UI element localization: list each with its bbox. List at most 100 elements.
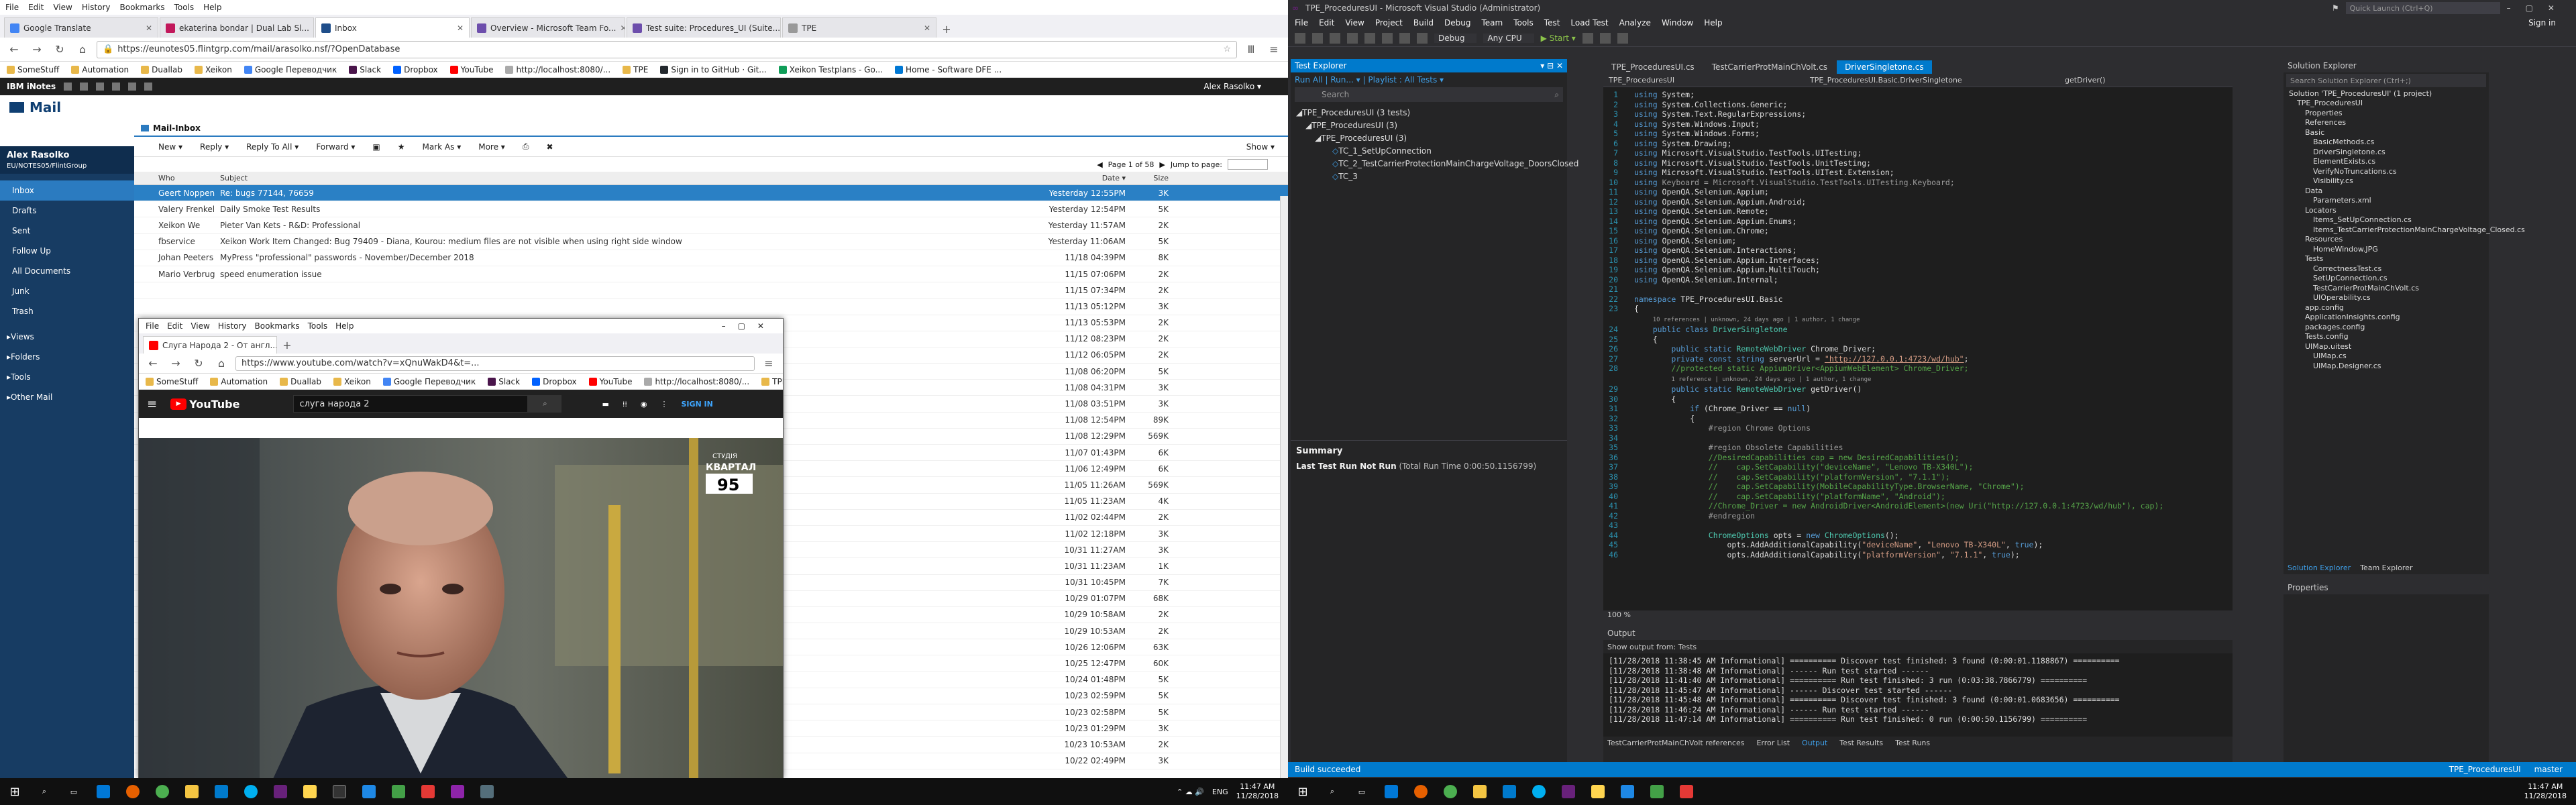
notes-icon[interactable] xyxy=(295,778,325,805)
video-player[interactable]: СТУДІЯ КВАРТАЛ 95 xyxy=(139,438,783,779)
forward-icon[interactable] xyxy=(1312,32,1323,44)
test-group-project[interactable]: ◢ TPE_ProceduresUI (3) xyxy=(1296,119,1567,131)
test-item[interactable]: ◇ TC_3 xyxy=(1296,170,1567,182)
open-icon[interactable] xyxy=(1347,32,1358,44)
hamburger-menu-icon[interactable]: ≡ xyxy=(760,355,777,372)
start-button[interactable]: ▶ Start ▾ xyxy=(1541,34,1576,43)
new-tab-button[interactable]: + xyxy=(938,20,955,38)
solution-item[interactable]: Items_TestCarrierProtectionMainChargeVol… xyxy=(2286,225,2525,235)
menu-bookmarks[interactable]: Bookmarks xyxy=(120,3,165,12)
tab-test-runs[interactable]: Test Runs xyxy=(1895,739,1930,747)
menu-tools[interactable]: Tools xyxy=(308,321,328,331)
reload-icon[interactable]: ↻ xyxy=(190,355,207,372)
section-views[interactable]: ▸ Views xyxy=(0,327,134,347)
menu-file[interactable]: File xyxy=(146,321,159,331)
new-project-icon[interactable] xyxy=(1330,32,1340,44)
solution-item[interactable]: Locators xyxy=(2286,205,2489,215)
doc-tab[interactable]: TPE_ProceduresUI.cs xyxy=(1603,60,1703,74)
app-icon[interactable] xyxy=(1583,778,1613,805)
nav-member[interactable]: getDriver() xyxy=(2065,76,2106,85)
menu-help[interactable]: Help xyxy=(335,321,354,331)
notebook-app-icon[interactable] xyxy=(128,83,137,91)
solution-item[interactable]: SetUpConnection.cs xyxy=(2286,274,2489,284)
folder-all-documents[interactable]: All Documents xyxy=(0,261,134,281)
test-item[interactable]: ◇ TC_1_SetUpConnection xyxy=(1296,144,1567,157)
folder-follow-up[interactable]: Follow Up xyxy=(0,241,134,261)
solution-item[interactable]: Visibility.cs xyxy=(2286,176,2489,186)
bookmark-link[interactable]: http://localhost:8080/... xyxy=(644,377,749,386)
solution-item[interactable]: app.config xyxy=(2286,303,2489,313)
windows-start-icon[interactable]: ⊞ xyxy=(1288,778,1318,805)
bookmark-folder[interactable]: Automation xyxy=(71,65,129,74)
close-icon[interactable]: ✕ xyxy=(313,23,314,33)
next-page-icon[interactable]: ▶ xyxy=(1159,160,1165,169)
panel-close-icon[interactable]: ▾ ⊟ ✕ xyxy=(1540,61,1563,70)
menu-view[interactable]: View xyxy=(1345,18,1364,28)
menu-analyze[interactable]: Analyze xyxy=(1619,18,1651,28)
reply-button[interactable]: Reply ▾ xyxy=(200,142,229,152)
repo-name[interactable]: TPE_ProceduresUI xyxy=(2449,765,2521,774)
tab-test-results[interactable]: Test Results xyxy=(1839,739,1883,747)
test-group-class[interactable]: ◢ TPE_ProceduresUI (3) xyxy=(1296,131,1567,144)
menu-help[interactable]: Help xyxy=(203,3,221,12)
user-menu[interactable]: Alex Rasolko ▾ xyxy=(1203,82,1261,91)
message-row[interactable]: Xeikon We Pieter Van Kets - R&D: Professi… xyxy=(134,217,1288,234)
solution-item[interactable]: UIMap.cs xyxy=(2286,352,2489,362)
chrome-icon[interactable] xyxy=(148,778,177,805)
solution-item[interactable]: DriverSingletone.cs xyxy=(2286,147,2489,157)
vertical-tool-tabs[interactable] xyxy=(2557,59,2576,762)
col-date[interactable]: Date ▾ xyxy=(966,174,1134,182)
visual-studio-icon[interactable] xyxy=(1554,778,1583,805)
undo-icon[interactable] xyxy=(1399,32,1410,44)
message-row[interactable]: Valery Frenkel Daily Smoke Test Results Ye… xyxy=(134,201,1288,218)
menu-project[interactable]: Project xyxy=(1375,18,1403,28)
library-icon[interactable]: Ⅲ xyxy=(1242,41,1260,58)
menu-tools[interactable]: Tools xyxy=(174,3,195,12)
menu-file[interactable]: File xyxy=(5,3,19,12)
menu-history[interactable]: History xyxy=(82,3,111,12)
show-menu[interactable]: Show ▾ xyxy=(1246,142,1275,152)
bookmark-link[interactable]: Google Переводчик xyxy=(382,377,476,386)
bookmark-link[interactable]: Dropbox xyxy=(393,65,438,74)
menu-help[interactable]: Help xyxy=(1704,18,1722,28)
bookmark-folder[interactable]: SomeStuff xyxy=(7,65,59,74)
col-size[interactable]: Size xyxy=(1134,174,1174,182)
solution-item[interactable]: TPE_ProceduresUI xyxy=(2286,99,2489,109)
bookmark-link[interactable]: http://localhost:8080/... xyxy=(505,65,610,74)
tab-youtube[interactable]: Слуга Народа 2 - От англ...✕ xyxy=(143,336,277,354)
test-actions[interactable]: Run All | Run... ▾ | Playlist : All Test… xyxy=(1291,72,1567,87)
tab-team-explorer[interactable]: Team Explorer xyxy=(2360,564,2412,572)
tab-inbox[interactable]: Inbox ✕ xyxy=(315,17,470,38)
message-row[interactable]: Johan Peeters MyPress "professional" pass… xyxy=(134,250,1288,266)
tab-google-translate[interactable]: Google Translate ✕ xyxy=(4,17,158,38)
skype-icon[interactable] xyxy=(236,778,266,805)
section-other-mail[interactable]: ▸ Other Mail xyxy=(0,387,134,407)
toolbar-icon[interactable] xyxy=(1617,32,1628,44)
message-row[interactable]: fbservice Xeikon Work Item Changed: Bug 7… xyxy=(134,234,1288,250)
tab-ms-team[interactable]: Overview - Microsoft Team Fo... ✕ xyxy=(471,17,625,38)
solution-item[interactable]: ElementExists.cs xyxy=(2286,157,2489,167)
app-icon[interactable] xyxy=(1672,778,1701,805)
menu-history[interactable]: History xyxy=(218,321,247,331)
col-subject[interactable]: Subject xyxy=(215,174,966,182)
menu-view[interactable]: View xyxy=(191,321,209,331)
message-row[interactable]: Geert Noppen Re: bugs 77144, 76659 Yesterd… xyxy=(134,185,1288,202)
bookmark-link[interactable]: Google Переводчик xyxy=(244,65,337,74)
bookmark-folder[interactable]: Duallab xyxy=(141,65,182,74)
solution-item[interactable]: TestCarrierProtMainChVolt.cs xyxy=(2286,283,2489,293)
tab-tpe[interactable]: TPE ✕ xyxy=(782,17,936,38)
solution-item[interactable]: packages.config xyxy=(2286,322,2489,332)
solution-item[interactable]: Resources xyxy=(2286,235,2489,245)
doc-tab[interactable]: TestCarrierProtMainChVolt.cs xyxy=(1703,60,1836,74)
vscode-icon[interactable] xyxy=(1495,778,1524,805)
window-controls[interactable]: –▢✕ xyxy=(2507,3,2569,13)
mail-inbox-tab[interactable]: Mail-Inbox xyxy=(134,121,1288,137)
bookmark-folder[interactable]: Duallab xyxy=(280,377,321,386)
youtube-search-input[interactable]: слуга народа 2 xyxy=(293,395,529,413)
menu-build[interactable]: Build xyxy=(1413,18,1434,28)
bookmark-link[interactable]: Home - Software DFE ... xyxy=(895,65,1002,74)
tab-error-list[interactable]: Error List xyxy=(1756,739,1790,747)
toolbar-icon[interactable] xyxy=(1582,32,1593,44)
solution-item[interactable]: HomeWindow.JPG xyxy=(2286,244,2489,254)
star-icon[interactable]: ★ xyxy=(398,142,405,152)
